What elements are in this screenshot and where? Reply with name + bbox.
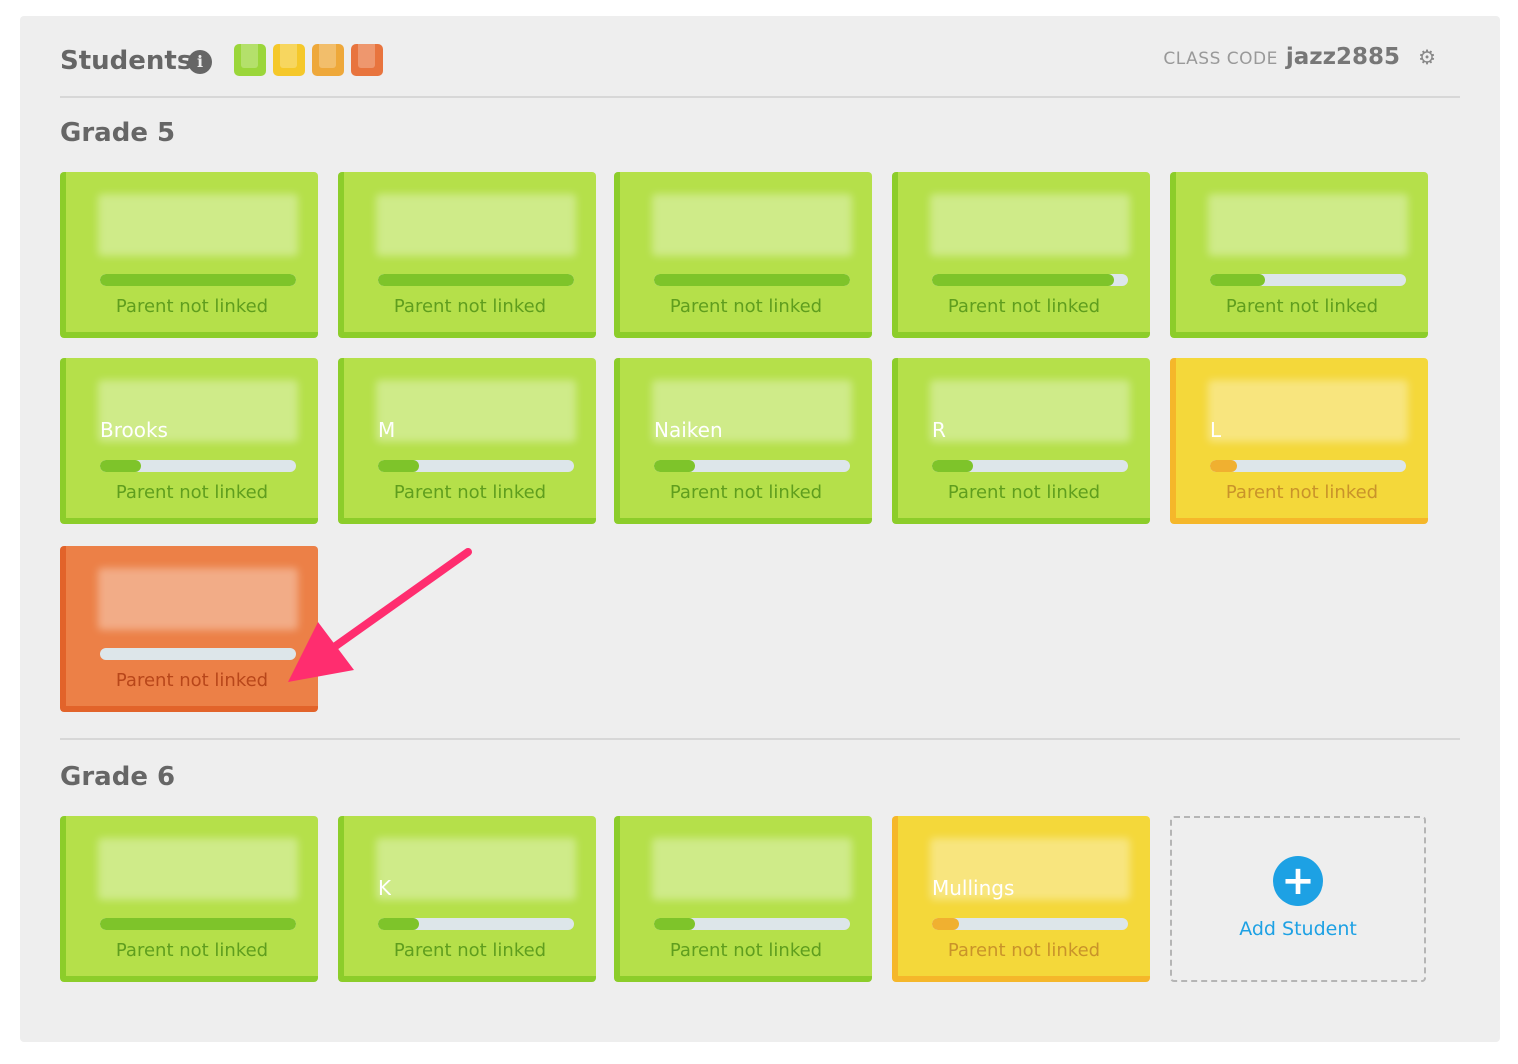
student-name-redacted (652, 194, 852, 256)
parent-link-status: Parent not linked (1225, 296, 1379, 317)
parent-link-status: Parent not linked (115, 940, 269, 961)
legend-swatch-yellow (273, 44, 305, 76)
progress-fill (1210, 274, 1265, 286)
student-name-redacted (376, 380, 576, 442)
progress-bar (654, 460, 850, 472)
student-card[interactable]: Mullings Parent not linked (892, 816, 1150, 982)
student-name: K (378, 876, 392, 900)
student-name: R (932, 418, 946, 442)
students-header: Students i CLASS CODE jazz2885 ⚙ (60, 44, 1460, 84)
progress-fill (100, 918, 296, 930)
progress-fill (654, 274, 850, 286)
class-code-label: CLASS CODE (1163, 49, 1278, 69)
progress-bar (378, 918, 574, 930)
parent-link-status: Parent not linked (393, 296, 547, 317)
student-card[interactable]: Parent not linked (60, 172, 318, 338)
progress-bar (654, 274, 850, 286)
progress-fill (932, 274, 1115, 286)
student-card[interactable]: Parent not linked (892, 172, 1150, 338)
student-name-redacted (930, 194, 1130, 256)
student-name: L (1210, 418, 1222, 442)
progress-bar (932, 274, 1128, 286)
student-name-redacted (98, 194, 298, 256)
parent-link-status: Parent not linked (669, 940, 823, 961)
parent-link-status: Parent not linked (947, 940, 1101, 961)
progress-bar (100, 274, 296, 286)
legend-swatch-green (234, 44, 266, 76)
progress-fill (378, 918, 420, 930)
parent-link-status: Parent not linked (947, 296, 1101, 317)
student-card[interactable]: R Parent not linked (892, 358, 1150, 524)
student-card[interactable]: Brooks Parent not linked (60, 358, 318, 524)
progress-bar (378, 274, 574, 286)
progress-fill (378, 460, 420, 472)
page-title: Students (60, 46, 193, 76)
student-name-redacted (1208, 194, 1408, 256)
progress-fill (100, 274, 296, 286)
student-name-redacted (376, 838, 576, 900)
student-name-redacted (652, 838, 852, 900)
parent-link-status: Parent not linked (115, 482, 269, 503)
progress-bar (100, 918, 296, 930)
student-name: Brooks (100, 418, 168, 442)
gear-icon[interactable]: ⚙ (1418, 45, 1436, 69)
parent-link-status: Parent not linked (947, 482, 1101, 503)
student-card[interactable]: K Parent not linked (338, 816, 596, 982)
student-card[interactable]: Naiken Parent not linked (614, 358, 872, 524)
plus-icon: + (1273, 856, 1323, 906)
info-icon[interactable]: i (188, 50, 212, 74)
progress-bar (654, 918, 850, 930)
student-name: Naiken (654, 418, 723, 442)
progress-fill (654, 460, 696, 472)
student-card[interactable]: Parent not linked (614, 172, 872, 338)
parent-link-status: Parent not linked (393, 940, 547, 961)
progress-bar (1210, 274, 1406, 286)
progress-bar (378, 460, 574, 472)
student-name-redacted (1208, 380, 1408, 442)
parent-link-status: Parent not linked (669, 482, 823, 503)
progress-bar (100, 648, 296, 660)
parent-link-status: Parent not linked (669, 296, 823, 317)
student-card[interactable]: Parent not linked (614, 816, 872, 982)
student-card[interactable]: Parent not linked (1170, 172, 1428, 338)
student-name: Mullings (932, 876, 1015, 900)
progress-fill (378, 274, 574, 286)
add-student-button[interactable]: + Add Student (1170, 816, 1426, 982)
students-panel: Students i CLASS CODE jazz2885 ⚙ Grade 5… (20, 16, 1500, 1042)
student-card[interactable]: Parent not linked (60, 816, 318, 982)
student-name-redacted (98, 568, 298, 630)
student-name: M (378, 418, 396, 442)
progress-bar (932, 918, 1128, 930)
progress-fill (932, 918, 960, 930)
student-name-redacted (376, 194, 576, 256)
legend-swatch-amber (312, 44, 344, 76)
parent-link-status: Parent not linked (115, 670, 269, 691)
progress-fill (932, 460, 974, 472)
student-name-redacted (930, 380, 1130, 442)
class-code-value: jazz2885 (1285, 44, 1401, 70)
add-student-label: Add Student (1239, 918, 1357, 940)
color-legend (234, 44, 383, 76)
student-card[interactable]: Parent not linked (60, 546, 318, 712)
progress-fill (100, 460, 142, 472)
parent-link-status: Parent not linked (1225, 482, 1379, 503)
header-divider (60, 96, 1460, 98)
class-code: CLASS CODE jazz2885 ⚙ (1163, 44, 1436, 70)
student-card[interactable]: L Parent not linked (1170, 358, 1428, 524)
parent-link-status: Parent not linked (115, 296, 269, 317)
progress-bar (100, 460, 296, 472)
progress-bar (932, 460, 1128, 472)
progress-fill (1210, 460, 1238, 472)
grade-title: Grade 6 (60, 762, 176, 792)
student-card[interactable]: M Parent not linked (338, 358, 596, 524)
progress-fill (654, 918, 696, 930)
grade-title: Grade 5 (60, 118, 176, 148)
student-name-redacted (98, 838, 298, 900)
legend-swatch-orange (351, 44, 383, 76)
student-card[interactable]: Parent not linked (338, 172, 596, 338)
progress-bar (1210, 460, 1406, 472)
parent-link-status: Parent not linked (393, 482, 547, 503)
grade-divider (60, 738, 1460, 740)
